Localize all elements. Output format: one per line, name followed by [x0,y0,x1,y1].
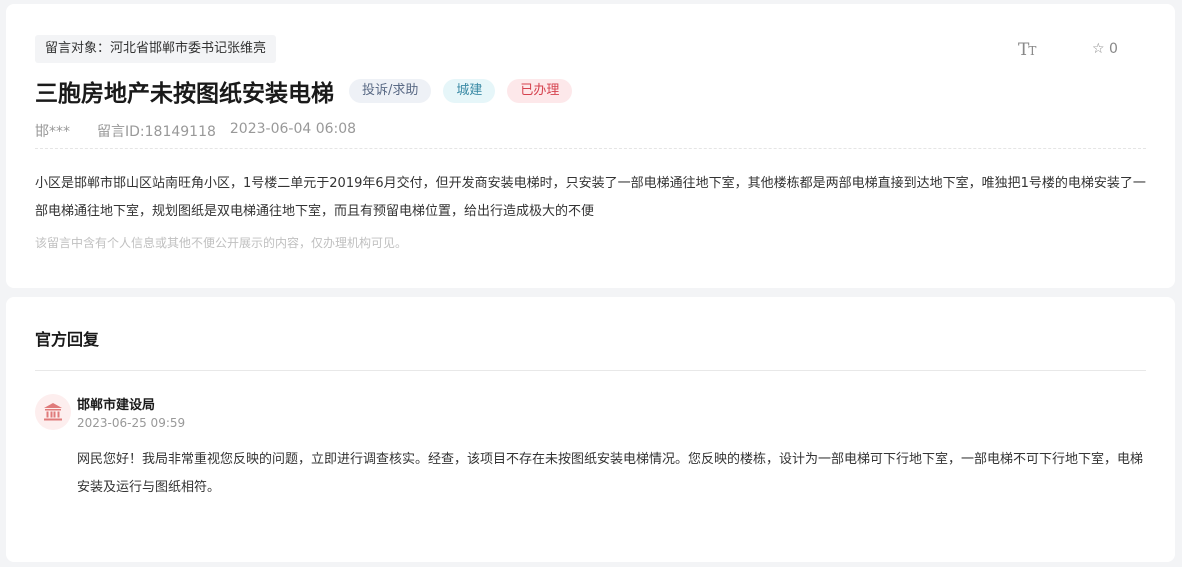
message-id: 留言ID:18149118 [97,124,216,140]
reply-datetime: 2023-06-25 09:59 [77,416,186,430]
message-card: 留言对象：河北省邯郸市委书记张维亮 TT ☆ 0 三胞房地产未按图纸安装电梯 投… [6,4,1175,288]
privacy-note: 该留言中含有个人信息或其他不便公开展示的内容，仅办理机构可见。 [35,236,408,250]
title-row: 三胞房地产未按图纸安装电梯 投诉/求助 城建 已办理 [35,74,584,108]
font-size-icon: TT [1018,40,1036,60]
favorite-count: 0 [1109,41,1118,57]
reply-content: 网民您好！我局非常重视您反映的问题，立即进行调查核实。经查，该项目不存在未按图纸… [77,452,1144,495]
message-meta: 邯*** 留言ID:18149118 2023-06-04 06:08 [35,121,356,141]
star-outline-icon: ☆ [1092,41,1105,57]
avatar [35,394,71,430]
divider [35,148,1146,149]
divider [35,370,1146,371]
message-title: 三胞房地产未按图纸安装电梯 [35,81,334,107]
type-tag: 投诉/求助 [349,79,432,103]
message-author: 邯*** [35,124,70,140]
message-target-tag: 留言对象：河北省邯郸市委书记张维亮 [35,35,277,63]
message-datetime: 2023-06-04 06:08 [229,121,357,137]
status-badge: 已办理 [507,79,573,103]
font-size-button[interactable]: TT [1018,40,1036,60]
reply-heading: 官方回复 [35,330,100,349]
favorite-button[interactable]: ☆ 0 [1092,41,1118,57]
category-tag: 城建 [443,79,496,103]
message-content: 小区是邯郸市邯山区站南旺角小区，1号楼二单元于2019年6月交付，但开发商安装电… [35,176,1146,219]
government-building-icon [44,403,62,421]
reply-org-name: 邯郸市建设局 [77,398,156,413]
official-reply-card: 官方回复 邯郸市建设局 2023-06-25 09:59 网民您好！我局非常重视… [6,297,1175,562]
